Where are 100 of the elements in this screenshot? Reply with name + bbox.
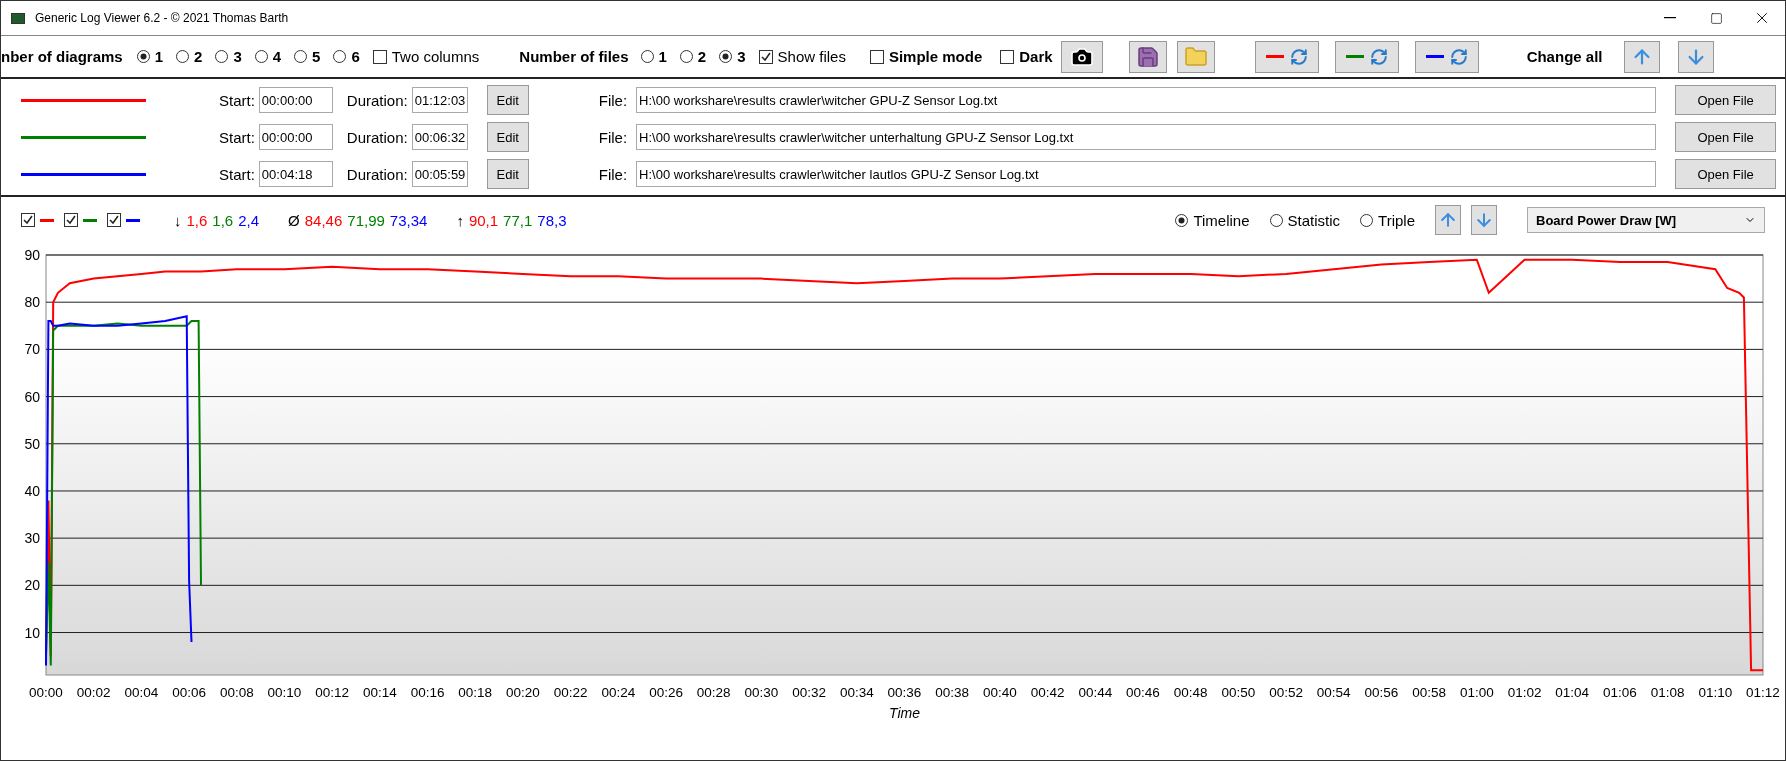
radio-icon bbox=[640, 50, 654, 63]
stat-value: 1,6 bbox=[212, 211, 234, 229]
stat-value: 73,34 bbox=[389, 211, 428, 229]
radio-icon bbox=[294, 50, 308, 63]
axis-label: 00:22 bbox=[553, 685, 588, 700]
axis-label: 01:00 bbox=[1459, 685, 1494, 700]
axis-label: 00:32 bbox=[792, 685, 826, 700]
open-file-button[interactable]: Open File bbox=[1675, 85, 1777, 115]
radio-option[interactable]: 4 bbox=[254, 48, 282, 65]
axis-label: 01:02 bbox=[1507, 685, 1542, 700]
field-label: Start: bbox=[219, 128, 255, 146]
axis-label: 00:16 bbox=[410, 685, 445, 700]
move-up-button[interactable] bbox=[1435, 205, 1461, 235]
edit-button[interactable]: Edit bbox=[486, 159, 529, 189]
open-folder-button[interactable] bbox=[1176, 40, 1215, 73]
axis-label: 00:42 bbox=[1030, 685, 1065, 700]
axis-label: 00:50 bbox=[1221, 685, 1256, 700]
radio-option[interactable]: 1 bbox=[640, 48, 667, 65]
field-label: Duration: bbox=[346, 165, 408, 183]
axis-label: 00:52 bbox=[1269, 685, 1303, 700]
radio-icon bbox=[1175, 213, 1189, 227]
checkbox[interactable]: Simple mode bbox=[869, 48, 983, 65]
checkbox-icon bbox=[758, 49, 773, 64]
quantity-dropdown[interactable]: Board Power Draw [W] bbox=[1527, 207, 1765, 233]
minimize-icon bbox=[1664, 17, 1676, 19]
checkbox-icon bbox=[1000, 49, 1015, 64]
app-icon bbox=[11, 12, 25, 24]
axis-label: 00:06 bbox=[172, 685, 206, 700]
series-checkbox[interactable] bbox=[107, 213, 140, 227]
checkbox[interactable]: Show files bbox=[758, 48, 846, 65]
duration-field[interactable]: 01:12:03 bbox=[411, 87, 468, 113]
checkbox[interactable]: Dark bbox=[1000, 48, 1053, 65]
refresh-icon bbox=[1369, 47, 1388, 66]
axis-label: 01:12 bbox=[1746, 685, 1780, 700]
save-button[interactable] bbox=[1128, 40, 1167, 73]
axis-label: 00:40 bbox=[983, 685, 1017, 700]
edit-button[interactable]: Edit bbox=[486, 122, 529, 152]
stat-symbol: ↑ bbox=[456, 211, 464, 229]
radio-option[interactable]: 1 bbox=[136, 48, 164, 65]
file-path-field[interactable]: H:\00 workshare\results crawler\witcher lautlos GPU-Z Sensor Log.txt bbox=[636, 161, 1657, 187]
radio-option[interactable]: 2 bbox=[176, 48, 203, 65]
radio-icon bbox=[333, 50, 347, 63]
field-label: File: bbox=[598, 91, 628, 109]
axis-label: 00:54 bbox=[1316, 685, 1351, 700]
move-down-button[interactable] bbox=[1471, 205, 1497, 235]
start-field[interactable]: 00:04:18 bbox=[258, 161, 333, 187]
screenshot-button[interactable] bbox=[1060, 40, 1103, 73]
start-field[interactable]: 00:00:00 bbox=[258, 87, 333, 113]
field-label: Duration: bbox=[346, 91, 408, 109]
toolbar-label: nber of diagrams bbox=[1, 48, 123, 65]
axis-label: 40 bbox=[24, 482, 40, 499]
toolbar-label: Change all bbox=[1526, 48, 1603, 65]
checkbox[interactable]: Two columns bbox=[372, 48, 480, 65]
checkbox-icon bbox=[107, 213, 121, 227]
field-label: File: bbox=[598, 165, 628, 183]
axis-label: 00:04 bbox=[124, 685, 159, 700]
series-checkbox[interactable] bbox=[21, 213, 54, 227]
edit-button[interactable]: Edit bbox=[486, 85, 529, 115]
axis-label: 01:08 bbox=[1650, 685, 1685, 700]
axis-label: 00:12 bbox=[315, 685, 350, 700]
field-label: Start: bbox=[219, 91, 255, 109]
axis-label: 00:30 bbox=[744, 685, 779, 700]
arrow-up-icon bbox=[1438, 210, 1458, 230]
swap-button[interactable] bbox=[1334, 40, 1399, 73]
open-file-button[interactable]: Open File bbox=[1675, 159, 1777, 189]
duration-field[interactable]: 00:06:32 bbox=[411, 124, 468, 150]
axis-label: 00:44 bbox=[1078, 685, 1113, 700]
file-path-field[interactable]: H:\00 workshare\results crawler\witcher unterhaltung GPU-Z Sensor Log.txt bbox=[636, 124, 1657, 150]
window-title: Generic Log Viewer 6.2 - © 2021 Thomas Barth bbox=[35, 11, 290, 25]
axis-label: 00:20 bbox=[506, 685, 540, 700]
duration-field[interactable]: 00:05:59 bbox=[411, 161, 468, 187]
radio-option[interactable]: Timeline bbox=[1175, 211, 1250, 229]
axis-label: 00:48 bbox=[1173, 685, 1208, 700]
swap-button[interactable] bbox=[1414, 40, 1479, 73]
start-field[interactable]: 00:00:00 bbox=[258, 124, 333, 150]
radio-option[interactable]: 3 bbox=[719, 48, 746, 65]
axis-label: 00:00 bbox=[29, 685, 63, 700]
stat-symbol: Ø bbox=[288, 211, 300, 229]
axis-label: 10 bbox=[24, 624, 40, 641]
checkbox-icon bbox=[21, 213, 35, 227]
maximize-icon bbox=[1709, 11, 1723, 25]
file-path-field[interactable]: H:\00 workshare\results crawler\witcher GPU-Z Sensor Log.txt bbox=[636, 87, 1657, 113]
series-checkbox[interactable] bbox=[64, 213, 97, 227]
radio-option[interactable]: 6 bbox=[333, 48, 360, 65]
radio-option[interactable]: 5 bbox=[294, 48, 321, 65]
axis-label: 00:28 bbox=[696, 685, 731, 700]
move-down-button[interactable] bbox=[1678, 40, 1715, 73]
open-file-button[interactable]: Open File bbox=[1675, 122, 1777, 152]
radio-icon bbox=[679, 50, 693, 63]
radio-icon bbox=[136, 50, 150, 63]
swap-button[interactable] bbox=[1254, 40, 1319, 73]
move-up-button[interactable] bbox=[1624, 40, 1661, 73]
radio-icon bbox=[1269, 213, 1283, 227]
axis-label: 00:24 bbox=[601, 685, 636, 700]
radio-option[interactable]: Statistic bbox=[1269, 211, 1341, 229]
checkbox-icon bbox=[869, 49, 884, 64]
axis-label: 00:38 bbox=[935, 685, 970, 700]
radio-option[interactable]: 2 bbox=[679, 48, 707, 65]
radio-option[interactable]: 3 bbox=[215, 48, 242, 65]
radio-option[interactable]: Triple bbox=[1360, 211, 1415, 229]
